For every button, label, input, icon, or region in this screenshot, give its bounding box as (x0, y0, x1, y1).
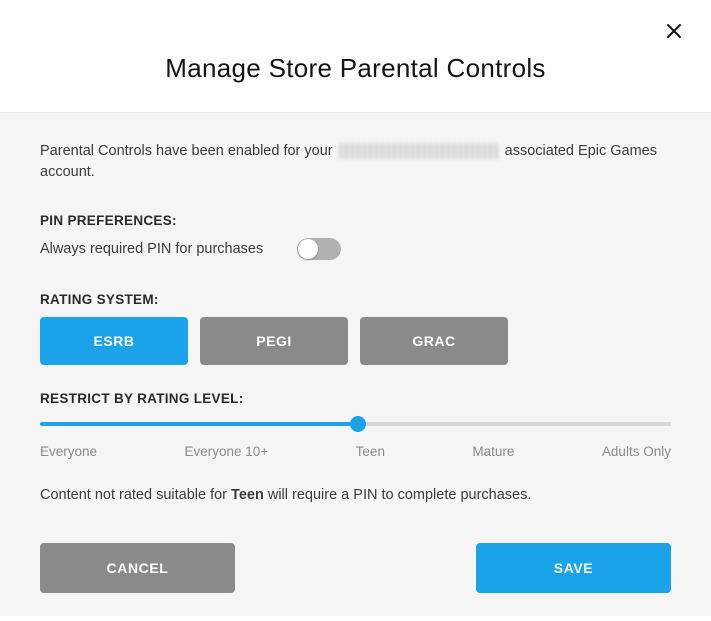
intro-text: Parental Controls have been enabled for … (40, 141, 671, 183)
close-icon (665, 22, 683, 40)
rating-btn-esrb[interactable]: ESRB (40, 317, 188, 365)
rating-system-buttons: ESRB PEGI GRAC (40, 317, 671, 365)
close-button[interactable] (663, 20, 685, 42)
intro-prefix: Parental Controls have been enabled for … (40, 143, 337, 159)
slider-labels: Everyone Everyone 10+ Teen Mature Adults… (40, 444, 671, 459)
level-teen: Teen (356, 444, 385, 459)
rating-system-label: RATING SYSTEM: (40, 292, 671, 307)
toggle-knob (298, 239, 318, 259)
modal-body: Parental Controls have been enabled for … (0, 112, 711, 616)
pin-toggle-row: Always required PIN for purchases (40, 238, 671, 260)
cancel-button[interactable]: CANCEL (40, 543, 235, 593)
rating-btn-pegi[interactable]: PEGI (200, 317, 348, 365)
footer-buttons: CANCEL SAVE (40, 543, 671, 593)
parental-controls-modal: Manage Store Parental Controls Parental … (0, 0, 711, 621)
level-adults-only: Adults Only (602, 444, 671, 459)
rating-slider[interactable] (40, 418, 671, 430)
modal-header: Manage Store Parental Controls (0, 0, 711, 112)
redacted-email (339, 143, 499, 159)
level-everyone: Everyone (40, 444, 97, 459)
slider-fill (40, 422, 358, 426)
save-button[interactable]: SAVE (476, 543, 671, 593)
level-everyone10: Everyone 10+ (185, 444, 269, 459)
rating-btn-grac[interactable]: GRAC (360, 317, 508, 365)
modal-title: Manage Store Parental Controls (20, 18, 691, 112)
restrict-note-prefix: Content not rated suitable for (40, 487, 231, 503)
slider-thumb[interactable] (350, 416, 366, 432)
level-mature: Mature (472, 444, 514, 459)
restrict-note-level: Teen (231, 487, 264, 503)
restrict-note-suffix: will require a PIN to complete purchases… (264, 487, 532, 503)
pin-toggle-label: Always required PIN for purchases (40, 241, 263, 257)
pin-toggle[interactable] (297, 238, 341, 260)
restrict-section-label: RESTRICT BY RATING LEVEL: (40, 391, 671, 406)
restrict-note: Content not rated suitable for Teen will… (40, 487, 671, 503)
pin-section-label: PIN PREFERENCES: (40, 213, 671, 228)
